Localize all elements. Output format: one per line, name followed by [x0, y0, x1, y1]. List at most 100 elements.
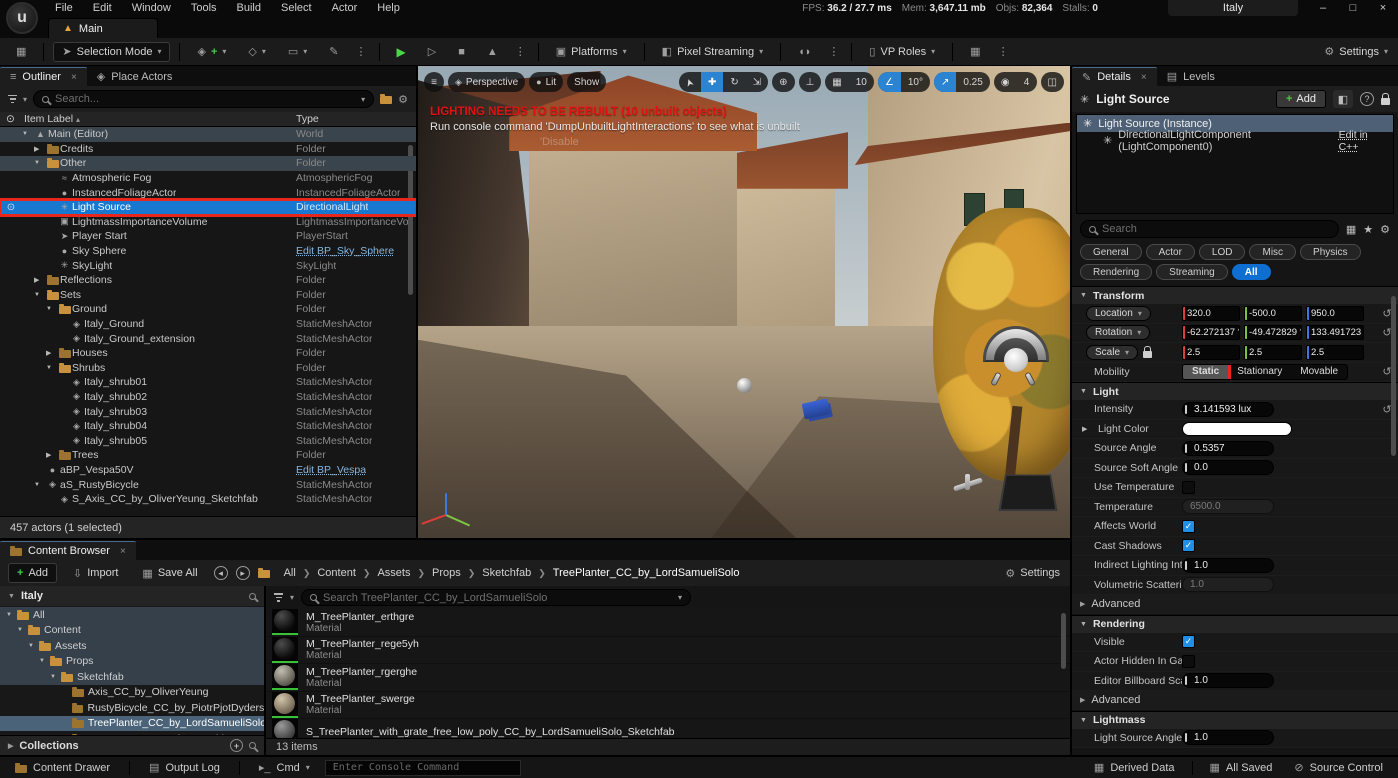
close-tab-icon[interactable]: ×	[1141, 72, 1147, 83]
section-header-lightmass[interactable]: ▼Lightmass	[1072, 711, 1398, 729]
advanced-expander[interactable]: ▶Advanced	[1072, 595, 1398, 615]
menu-actor[interactable]: Actor	[323, 1, 367, 15]
save-button[interactable]: ▦	[8, 42, 34, 62]
axis-value-input[interactable]: -62.272137 °	[1182, 325, 1240, 340]
caret-icon[interactable]: ▼	[46, 365, 57, 371]
camera-speed-value[interactable]: 4	[1017, 72, 1037, 92]
cb-collections[interactable]: ▶ Collections +	[0, 735, 264, 755]
outliner-row[interactable]: ◈S_Axis_CC_by_OliverYeung_SketchfabStati…	[0, 492, 416, 507]
console-command-input[interactable]: Enter Console Command	[325, 760, 521, 776]
outliner-row[interactable]: ➤Player StartPlayerStart	[0, 229, 416, 244]
tab-details[interactable]: ✎ Details ×	[1072, 67, 1157, 86]
perspective-dropdown[interactable]: ◈Perspective	[448, 72, 525, 92]
output-log-button[interactable]: ▤Output Log	[140, 759, 229, 777]
details-scrollbar[interactable]	[1391, 296, 1396, 456]
category-filter-rendering[interactable]: Rendering	[1080, 264, 1152, 280]
gear-icon[interactable]: ⚙	[398, 93, 408, 106]
add-asset-button[interactable]: +Add	[8, 563, 57, 583]
breadcrumb-item[interactable]: Props	[432, 567, 461, 579]
outliner-row[interactable]: ▶HousesFolder	[0, 346, 416, 361]
caret-icon[interactable]: ▶	[46, 349, 57, 357]
frame-skip-button[interactable]: ▷	[420, 42, 444, 62]
close-icon[interactable]: ×	[1368, 0, 1398, 16]
surface-snap-button[interactable]: ⊥	[799, 72, 822, 92]
cinematics-button[interactable]: ▭▾	[280, 42, 315, 62]
outliner-row[interactable]: ≈Atmospheric FogAtmosphericFog	[0, 171, 416, 186]
cb-folder-row[interactable]: Axis_CC_by_OliverYeung	[0, 685, 264, 701]
new-folder-icon[interactable]	[380, 96, 392, 104]
mobility-option-movable[interactable]: Movable	[1291, 365, 1347, 379]
details-search-input[interactable]: Search	[1080, 220, 1339, 238]
caret-icon[interactable]: ▼	[28, 643, 39, 649]
axis-list-dropdown[interactable]: Rotation▾	[1086, 325, 1150, 340]
back-icon[interactable]: ◂	[214, 566, 228, 580]
outliner-row[interactable]: ◈Italy_shrub03StaticMeshActor	[0, 404, 416, 419]
display-filter-icon[interactable]: ▦	[1346, 223, 1356, 236]
cb-settings-button[interactable]: ⚙ Settings	[1005, 567, 1060, 580]
value-input[interactable]: 0.0	[1182, 460, 1274, 475]
outliner-row[interactable]: ◈Italy_shrub05StaticMeshActor	[0, 433, 416, 448]
play-button[interactable]: ▶	[389, 42, 414, 62]
checkbox[interactable]	[1182, 655, 1195, 668]
caret-icon[interactable]: ▼	[6, 612, 17, 618]
select-tool-button[interactable]: ➤	[679, 72, 701, 92]
outliner-row[interactable]: ●Sky SphereEdit BP_Sky_Sphere	[0, 244, 416, 259]
breadcrumb-item[interactable]: TreePlanter_CC_by_LordSamueliSolo	[553, 567, 740, 579]
checkbox[interactable]: ✓	[1182, 539, 1195, 552]
light-color-swatch[interactable]	[1182, 422, 1292, 436]
caret-icon[interactable]: ▼	[22, 131, 33, 137]
source-control-button[interactable]: ⊘Source Control	[1285, 759, 1392, 777]
scale-snap-value[interactable]: 0.25	[956, 72, 989, 92]
tab-outliner[interactable]: ≡ Outliner ×	[0, 67, 87, 86]
category-filter-streaming[interactable]: Streaming	[1156, 264, 1228, 280]
add-collection-icon[interactable]: +	[230, 739, 243, 752]
content-drawer-button[interactable]: Content Drawer	[6, 759, 119, 777]
section-header-rendering[interactable]: ▼Rendering	[1072, 615, 1398, 633]
chevron-down-icon[interactable]: ▾	[23, 95, 27, 104]
close-tab-icon[interactable]: ×	[71, 72, 77, 83]
outliner-row[interactable]: ▼OtherFolder	[0, 156, 416, 171]
value-input[interactable]: 1.0	[1182, 673, 1274, 688]
caret-icon[interactable]: ▼	[34, 160, 45, 166]
directional-light-gizmo[interactable]	[983, 326, 1049, 392]
platforms-dropdown[interactable]: ▣Platforms▾	[548, 42, 635, 62]
cb-search-input[interactable]: Search TreePlanter_CC_by_LordSamueliSolo…	[301, 589, 691, 606]
outliner-row[interactable]: ▣LightmassImportanceVolumeLightmassImpor…	[0, 215, 416, 230]
maximize-icon[interactable]: □	[1338, 0, 1368, 16]
kebab-menu-icon[interactable]: ⋮	[825, 45, 842, 58]
advanced-expander[interactable]: ▶Advanced	[1072, 691, 1398, 711]
outliner-row[interactable]: ●InstancedFoliageActorInstancedFoliageAc…	[0, 185, 416, 200]
caret-icon[interactable]: ▶	[34, 276, 45, 284]
outliner-row[interactable]: ◈Italy_GroundStaticMeshActor	[0, 317, 416, 332]
category-filter-lod[interactable]: LOD	[1199, 244, 1246, 260]
outliner-row[interactable]: ▶CreditsFolder	[0, 142, 416, 157]
eye-icon[interactable]: ⊙	[0, 113, 22, 125]
search-icon[interactable]	[249, 742, 256, 749]
tab-levels[interactable]: ▤ Levels	[1157, 67, 1225, 86]
import-button[interactable]: ⇩Import	[65, 563, 126, 583]
actor-type[interactable]: Edit BP_Vespa	[296, 464, 366, 476]
axis-value-input[interactable]: 320.0	[1182, 306, 1240, 321]
axis-list-dropdown[interactable]: Scale▾	[1086, 345, 1138, 360]
remote-session-button[interactable]: ▦	[962, 42, 988, 62]
edit-in-cpp-link[interactable]: Edit in C++	[1339, 129, 1387, 153]
chevron-down-icon[interactable]: ▾	[290, 593, 294, 602]
cb-folder-row[interactable]: ▼Content	[0, 623, 264, 639]
component-row[interactable]: ✳ DirectionalLightComponent (LightCompon…	[1077, 132, 1393, 149]
axis-value-input[interactable]: 2.5	[1306, 345, 1364, 360]
scale-snap-button[interactable]: ↗	[934, 72, 956, 92]
grid-snap-button[interactable]: ▦	[825, 72, 848, 92]
all-saved-button[interactable]: ▦All Saved	[1201, 759, 1282, 777]
value-input[interactable]: 1.0	[1182, 730, 1274, 745]
category-filter-all[interactable]: All	[1232, 264, 1271, 280]
rotation-snap-value[interactable]: 10°	[901, 72, 930, 92]
minimize-icon[interactable]: –	[1308, 0, 1338, 16]
outliner-row[interactable]: ▼ShrubsFolder	[0, 361, 416, 376]
axis-value-input[interactable]: 950.0	[1306, 306, 1364, 321]
asset-item[interactable]: M_TreePlanter_rege5yhMaterial	[266, 637, 1070, 665]
close-tab-icon[interactable]: ×	[120, 546, 126, 557]
grid-snap-value[interactable]: 10	[849, 72, 874, 92]
caret-right-icon[interactable]: ▶	[1082, 425, 1093, 433]
axis-value-input[interactable]: -500.0	[1244, 306, 1302, 321]
menu-build[interactable]: Build	[228, 1, 270, 15]
